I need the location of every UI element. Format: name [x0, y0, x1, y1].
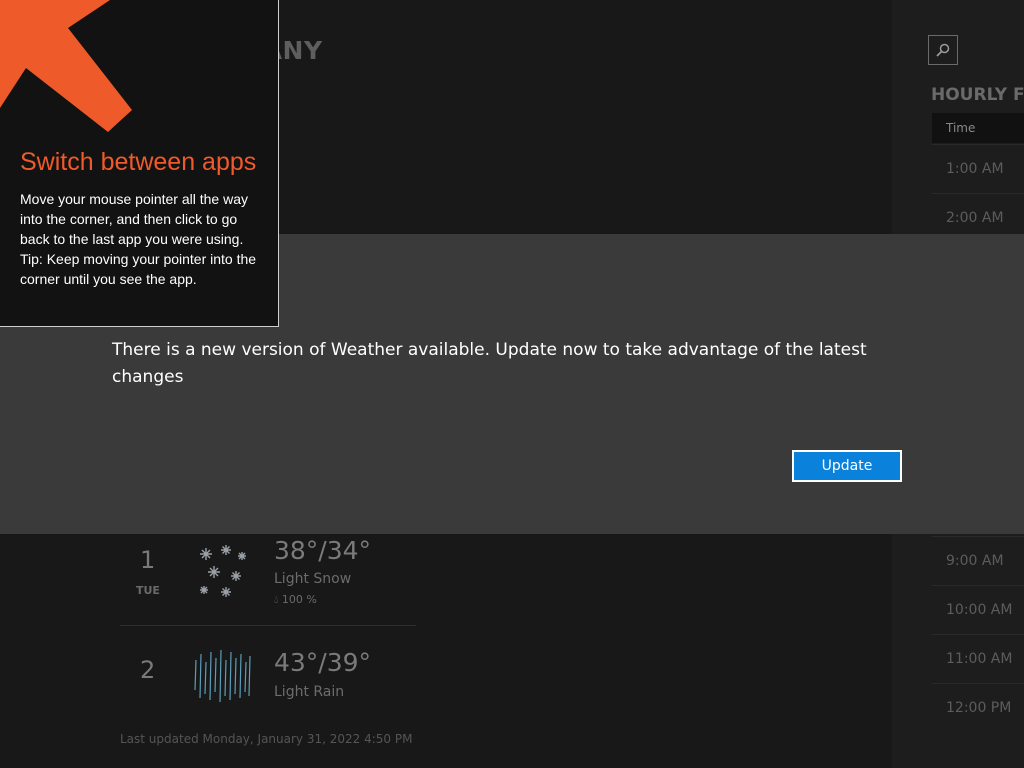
precip-value: 100 %: [281, 593, 317, 606]
day-condition: Light Snow: [274, 571, 352, 587]
hourly-time-header: Time: [932, 113, 1024, 143]
hourly-row: 12:00 PM: [932, 683, 1024, 731]
last-updated-text: Last updated Monday, January 31, 2022 4:…: [120, 732, 413, 746]
day-condition: Light Rain: [274, 684, 345, 700]
day-name: TUE: [136, 584, 160, 597]
light-snow-icon: [200, 545, 246, 597]
tip-instruction: Move your mouse pointer all the way into…: [20, 191, 248, 247]
hourly-row: 1:00 AM: [932, 144, 1024, 192]
day-precipitation: 💧︎ 100 %: [274, 593, 317, 607]
corner-arrow-icon: [0, 0, 132, 132]
dialog-message: There is a new version of Weather availa…: [112, 340, 867, 387]
raindrop-icon: 💧︎: [274, 593, 279, 606]
light-rain-icon: [194, 649, 251, 703]
hourly-row: 9:00 AM: [932, 536, 1024, 584]
tip-title: Switch between apps: [20, 148, 257, 176]
day-number: 1: [140, 546, 156, 574]
hourly-row: 11:00 AM: [932, 634, 1024, 682]
hourly-row: 10:00 AM: [932, 585, 1024, 633]
tip-hint: Tip: Keep moving your pointer into the c…: [20, 251, 257, 287]
daily-forecast-row[interactable]: 2 43°/39° Light Rain: [120, 625, 416, 716]
daily-forecast-row[interactable]: 1 TUE 38°/34° Light Snow 💧︎ 100 %: [120, 534, 416, 624]
switch-apps-tip: Switch between apps Move your mouse poin…: [0, 0, 279, 327]
search-button[interactable]: [928, 35, 958, 65]
hourly-forecast-title: HOURLY FO: [931, 85, 1024, 105]
day-temperature: 43°/39°: [274, 648, 372, 677]
search-icon: [936, 43, 950, 57]
day-number: 2: [140, 656, 156, 684]
day-temperature: 38°/34°: [274, 536, 372, 565]
tip-body: Move your mouse pointer all the way into…: [20, 189, 265, 289]
update-button[interactable]: Update: [792, 450, 902, 482]
